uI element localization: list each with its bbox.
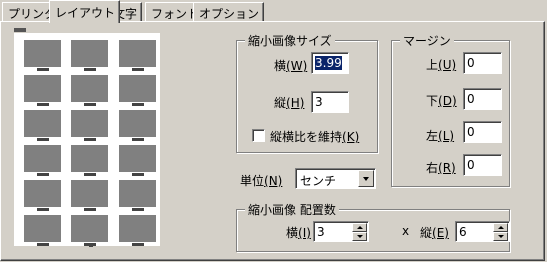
thumbnail-caption-mark: [83, 208, 96, 211]
thumbnail-image: [24, 75, 61, 102]
keep-ratio-label[interactable]: 縦横比を維持(K): [270, 128, 359, 145]
thumbnail-image: [71, 145, 108, 172]
columns-up-button[interactable]: [352, 223, 367, 232]
preview-thumbnail: [71, 75, 108, 106]
arrangement-title: 縮小画像 配置数: [245, 201, 339, 218]
thumbnail-caption-mark: [131, 208, 144, 211]
margin-right-field[interactable]: 0: [463, 154, 502, 176]
thumbnail-caption-mark: [131, 173, 144, 176]
margin-left-field[interactable]: 0: [463, 121, 502, 143]
margin-title: マージン: [400, 32, 454, 49]
preview-thumbnail: [71, 180, 108, 211]
times-sign: x: [402, 224, 410, 238]
rows-down-button[interactable]: [493, 232, 508, 241]
preview-thumbnail: [71, 110, 108, 141]
preview-thumbnail: [71, 215, 108, 246]
preview-thumbnail: [119, 145, 156, 176]
thumbnail-image: [119, 180, 156, 207]
unit-select-value: センチ: [300, 174, 337, 188]
rows-value: 6: [459, 225, 467, 239]
thumbnail-caption-mark: [131, 103, 144, 106]
thumbnail-caption-mark: [131, 243, 144, 246]
thumbnail-image: [24, 145, 61, 172]
tab-options[interactable]: オプション: [193, 2, 265, 22]
tab-layout[interactable]: レイアウト: [49, 0, 121, 23]
thumbnail-image: [71, 75, 108, 102]
thumbnail-caption-mark: [36, 243, 49, 246]
rows-spinner[interactable]: 6: [455, 221, 510, 242]
height-label: 縦(H): [274, 96, 305, 110]
width-label: 横(W): [274, 59, 308, 73]
rows-label: 縦(E): [420, 226, 449, 240]
preview-thumbnail: [119, 75, 156, 106]
columns-down-button[interactable]: [352, 232, 367, 241]
thumbnail-caption-mark: [83, 173, 96, 176]
preview-thumbnail: [24, 145, 61, 176]
thumbnail-image: [24, 180, 61, 207]
thumbnail-image: [71, 110, 108, 137]
preview-thumbnail: [119, 215, 156, 246]
thumbnail-caption-mark: [36, 173, 49, 176]
thumbnail-caption-mark: [83, 243, 96, 246]
thumbnail-caption-mark: [36, 138, 49, 141]
margin-top-label: 上(U): [426, 58, 457, 72]
thumbnail-caption-mark: [36, 208, 49, 211]
thumbnail-image: [119, 110, 156, 137]
thumbnail-size-title: 縮小画像サイズ: [245, 32, 335, 49]
preview-title-mark: [14, 28, 26, 32]
layout-preview: [14, 28, 160, 247]
thumbnail-image: [71, 180, 108, 207]
preview-thumbnail: [24, 40, 61, 71]
thumbnail-image: [24, 40, 61, 67]
margin-bottom-label: 下(D): [426, 94, 457, 108]
margin-bottom-field[interactable]: 0: [463, 88, 502, 110]
thumbnail-caption-mark: [36, 103, 49, 106]
arrow-down-icon: [357, 235, 363, 238]
thumbnail-image: [24, 215, 61, 242]
preview-thumbnail: [24, 215, 61, 246]
columns-spinner[interactable]: 3: [313, 221, 369, 242]
margin-right-label: 右(R): [426, 161, 456, 175]
arrow-up-icon: [498, 226, 504, 229]
arrangement-group: 縮小画像 配置数 横(I) 3 x 縦(E) 6: [236, 201, 510, 252]
preview-thumbnail: [119, 180, 156, 211]
arrow-down-icon: [498, 235, 504, 238]
arrow-up-icon: [357, 226, 363, 229]
columns-value: 3: [317, 225, 325, 239]
width-field[interactable]: 3.99: [311, 52, 349, 74]
thumbnail-caption-mark: [83, 138, 96, 141]
unit-dropdown-button[interactable]: [358, 170, 374, 187]
chevron-down-icon: [363, 177, 369, 181]
preview-thumbnail: [71, 145, 108, 176]
thumbnail-caption-mark: [131, 68, 144, 71]
margin-group: マージン 上(U) 0 下(D) 0 左(L) 0 右(R) 0: [391, 32, 510, 187]
thumbnail-image: [71, 215, 108, 242]
columns-label: 横(I): [286, 226, 311, 240]
margin-top-field[interactable]: 0: [463, 52, 502, 74]
preview-thumbnail: [119, 110, 156, 141]
preview-thumbnail: [119, 40, 156, 71]
keep-ratio-checkbox[interactable]: [252, 129, 265, 142]
preview-thumbnail: [24, 180, 61, 211]
thumbnail-image: [119, 40, 156, 67]
unit-select[interactable]: センチ: [295, 168, 376, 189]
thumbnail-caption-mark: [36, 68, 49, 71]
tab-bar: プリンタ レイアウト 文字 フォント オプション: [0, 0, 547, 23]
thumbnail-image: [119, 75, 156, 102]
thumbnail-caption-mark: [131, 138, 144, 141]
thumbnail-size-group: 縮小画像サイズ 横(W) 3.99 縦(H) 3 縦横比を維持(K): [236, 32, 378, 153]
preview-thumbnail: [24, 110, 61, 141]
unit-label: 単位(N): [240, 174, 283, 188]
thumbnail-image: [24, 110, 61, 137]
thumbnail-caption-mark: [83, 68, 96, 71]
height-field[interactable]: 3: [311, 91, 349, 113]
thumbnail-image: [119, 145, 156, 172]
thumbnail-image: [119, 215, 156, 242]
rows-up-button[interactable]: [493, 223, 508, 232]
thumbnail-caption-mark: [83, 103, 96, 106]
thumbnail-image: [71, 40, 108, 67]
preview-thumbnail: [71, 40, 108, 71]
margin-left-label: 左(L): [426, 129, 455, 143]
preview-thumbnail: [24, 75, 61, 106]
